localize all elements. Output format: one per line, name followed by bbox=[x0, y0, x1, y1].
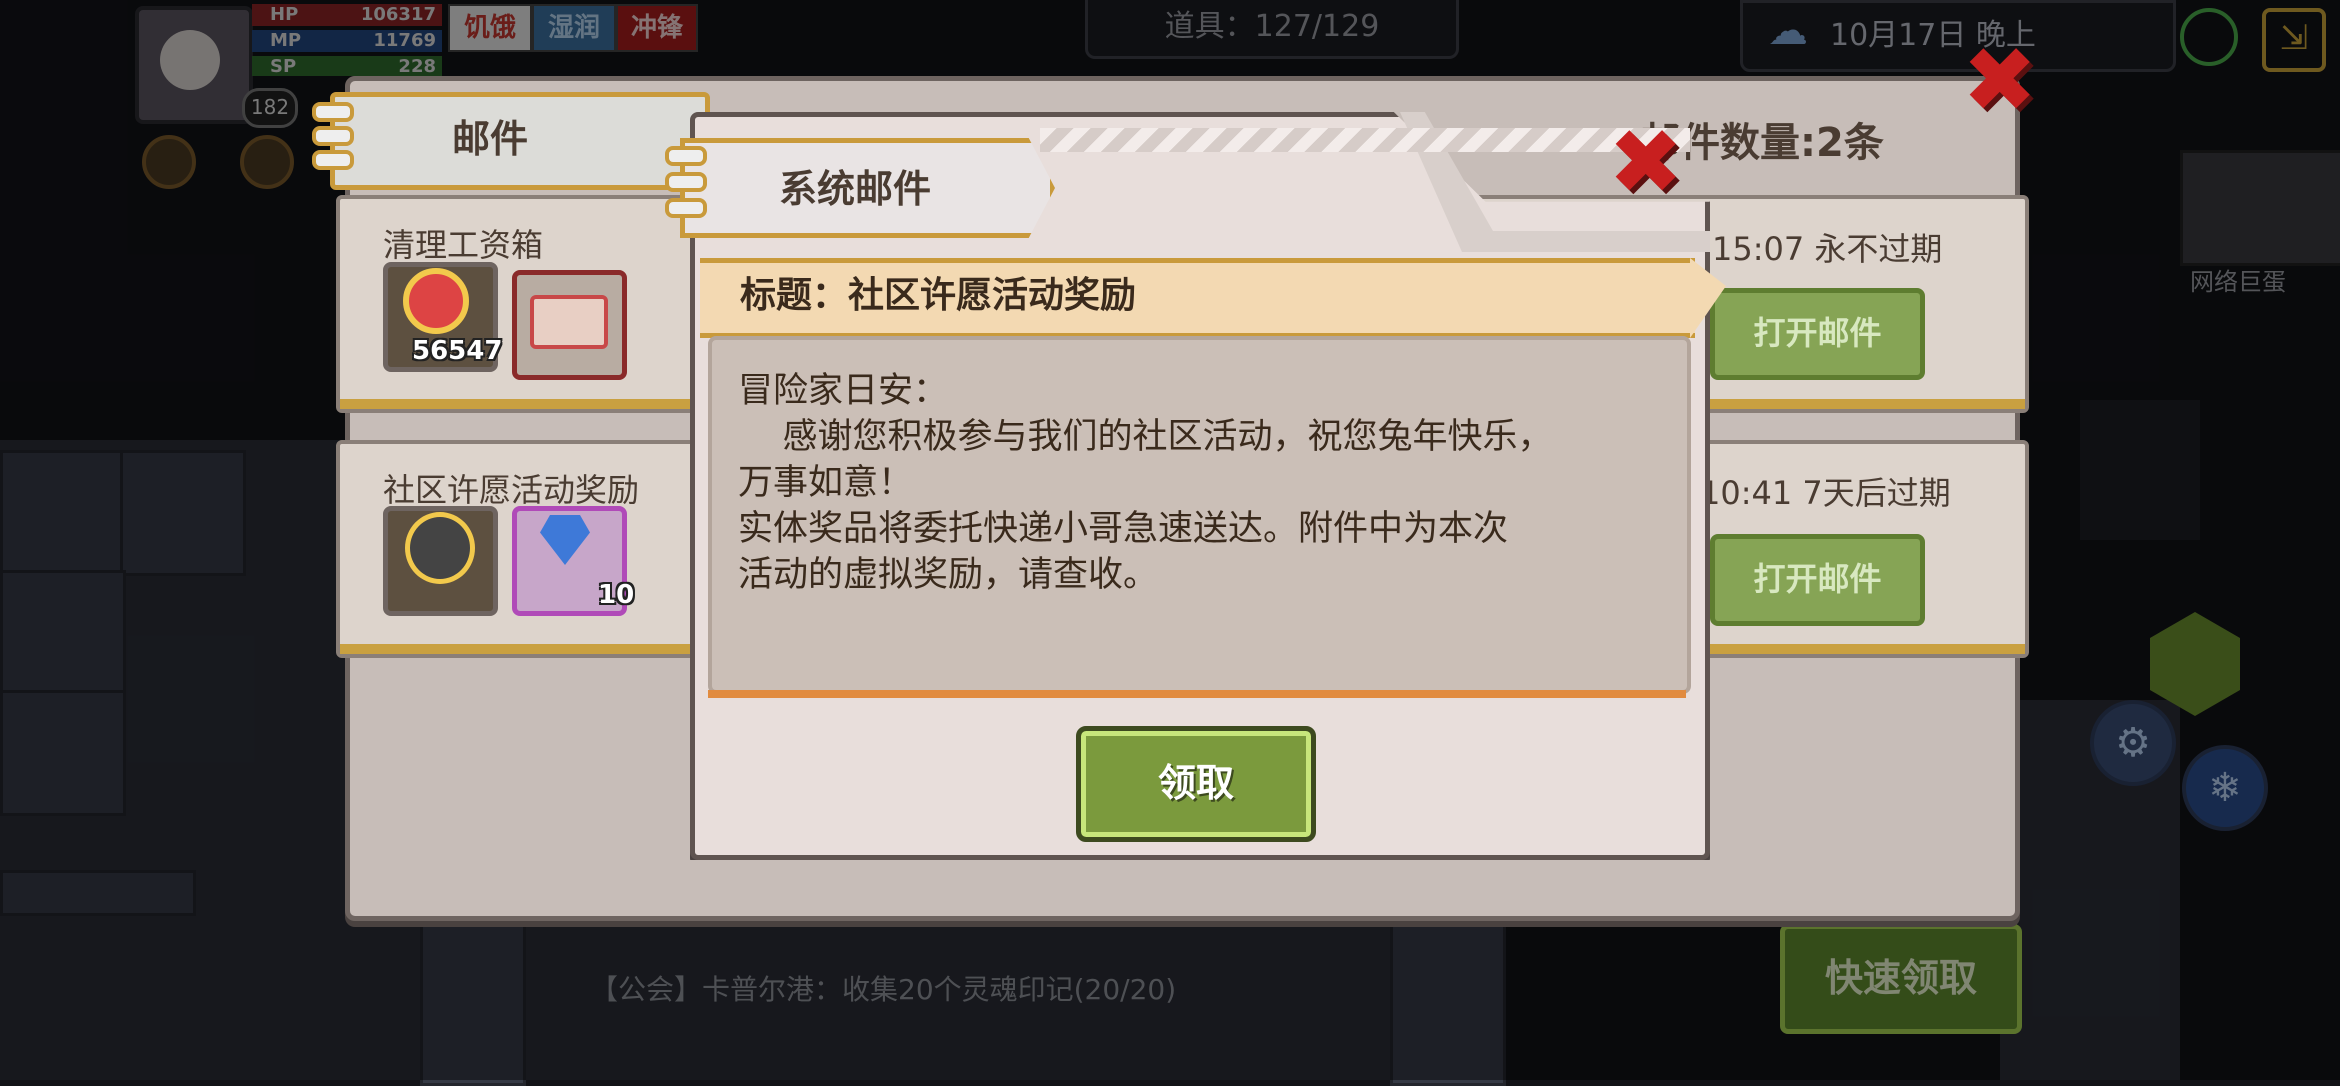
character-avatar-icon bbox=[405, 512, 475, 584]
close-system-mail-icon[interactable]: ✖ bbox=[1608, 118, 1683, 208]
attachment-qty: 10 bbox=[598, 580, 635, 610]
body-underline bbox=[708, 690, 1686, 698]
mail-title: 清理工资箱 bbox=[383, 226, 544, 264]
mail-title: 社区许愿活动奖励 bbox=[383, 471, 640, 509]
attachment-qty: 56547 bbox=[412, 336, 503, 366]
system-mail-title: 系统邮件 bbox=[778, 167, 931, 211]
mail-expiry: 10:41 7天后过期 bbox=[1700, 474, 1951, 512]
close-mailbox-icon[interactable]: ✖ bbox=[1962, 36, 2037, 126]
mail-body: 冒险家日安： 感谢您积极参与我们的社区活动，祝您兔年快乐， 万事如意！ 实体奖品… bbox=[738, 371, 1553, 595]
open-mail-button[interactable]: 打开邮件 bbox=[1710, 534, 1925, 626]
ticket-icon bbox=[530, 295, 608, 349]
mail-subject: 标题：社区许愿活动奖励 bbox=[740, 275, 1137, 316]
claim-button[interactable]: 领取 bbox=[1076, 726, 1316, 842]
mailbox-title: 邮件 bbox=[451, 117, 528, 161]
decorative-strip bbox=[1040, 128, 1690, 152]
mail-expiry: 15:07 永不过期 bbox=[1712, 230, 1943, 268]
medal-icon bbox=[403, 268, 469, 334]
open-mail-button[interactable]: 打开邮件 bbox=[1710, 288, 1925, 380]
